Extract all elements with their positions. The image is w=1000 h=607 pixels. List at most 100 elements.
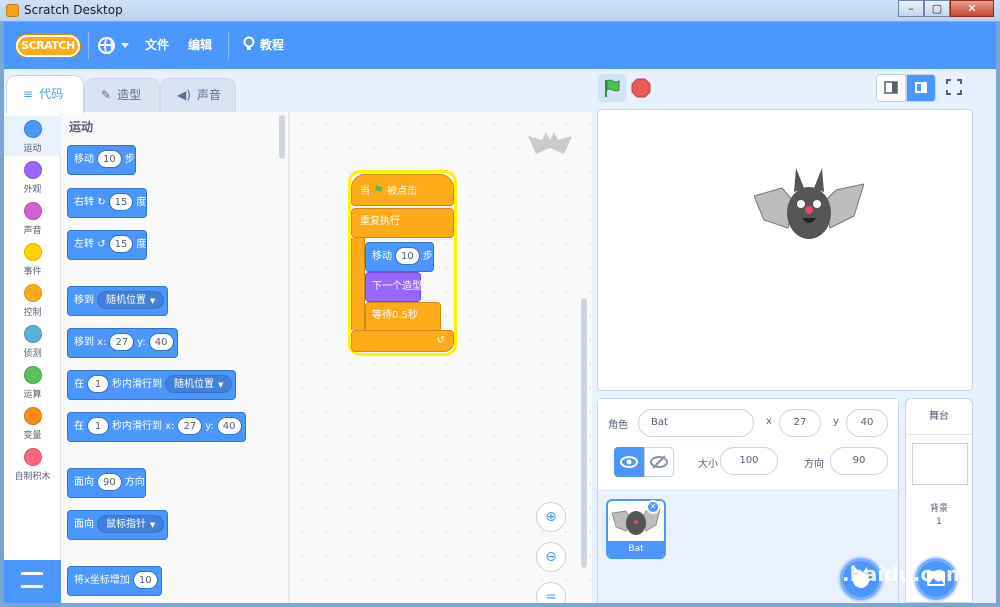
chevron-down-icon[interactable] [121,43,129,48]
lightbulb-icon [243,36,255,50]
block-move-steps[interactable]: 移动 10 步 [67,145,136,175]
tab-costumes[interactable]: ✎ 造型 [84,78,160,112]
add-extension-button[interactable] [4,560,61,603]
stage[interactable] [597,109,973,391]
block-input[interactable]: 90 [97,473,122,491]
script-block-next-costume[interactable]: 下一个造型 [365,272,422,302]
tab-code[interactable]: ≡ 代码 [6,75,84,113]
category-dot [23,448,42,466]
category-my-blocks[interactable]: 自制积木 [4,444,61,484]
category-variables[interactable]: 变量 [4,403,61,443]
block-input[interactable]: 10 [132,571,158,589]
dropdown-value: 随机位置 [106,295,146,306]
small-stage-button[interactable] [876,74,906,102]
workspace-scrollbar[interactable] [581,298,587,568]
bat-sprite-ghost-icon [528,132,572,154]
block-input[interactable]: 10 [97,150,122,168]
block-input[interactable]: 1 [87,417,109,435]
maximize-button[interactable]: ▢ [924,0,950,17]
tab-code-label: 代码 [39,87,64,101]
forever-bottom: ↺ [351,330,454,352]
window-titlebar: Scratch Desktop – ▢ ✕ [0,0,1000,22]
block-dropdown[interactable]: 随机位置 ▼ [97,291,165,309]
menu-file[interactable]: 文件 [145,22,169,69]
category-sensing[interactable]: 侦测 [4,321,61,361]
block-forever[interactable]: 重复执行 [351,208,454,238]
extension-icon [21,572,43,588]
category-sound[interactable]: 声音 [4,198,61,238]
y-label: y [833,416,839,427]
block-turn-right[interactable]: 右转 ↻ 15 度 [67,188,148,218]
chevron-down-icon: ▼ [218,381,224,389]
block-glide[interactable]: 在 1 秒内滑行到 随机位置 ▼ [67,370,237,400]
tab-sounds[interactable]: ◀) 声音 [160,78,236,112]
menu-tutorials[interactable]: 教程 [242,22,284,69]
block-point-towards[interactable]: 面向 鼠标指针 ▼ [67,510,169,540]
script-workspace[interactable]: 当 ⚑ 被点击 重复执行 移动 10 步 下一个造型 等待0.5秒 ↺ ⊕ ⊖ = [290,112,592,603]
y-position-input[interactable]: 40 [846,409,888,437]
block-text: 左转 [74,239,94,250]
block-input[interactable]: 40 [216,417,242,435]
speaker-icon: ◀) [177,88,191,102]
delete-sprite-icon[interactable]: ✕ [646,500,660,514]
show-sprite-button[interactable] [614,447,644,477]
block-text: 移到 [74,295,94,306]
block-input[interactable]: 27 [177,417,203,435]
palette-scrollbar[interactable] [279,115,285,159]
category-operators[interactable]: 运算 [4,362,61,402]
large-stage-button[interactable] [906,74,936,102]
x-label: x [766,416,772,427]
menu-divider [88,32,89,59]
sprite-name-input[interactable]: Bat [638,409,754,437]
script-block-move[interactable]: 移动 10 步 [365,242,434,272]
block-when-flag-clicked[interactable]: 当 ⚑ 被点击 [351,174,454,206]
direction-label: 方向 [804,459,824,470]
block-goto[interactable]: 移到 随机位置 ▼ [67,286,169,316]
block-text: 被点击 [387,186,418,197]
block-change-x[interactable]: 将x坐标增加 10 [67,566,162,596]
script-block-wait[interactable]: 等待0.5秒 [365,302,441,332]
block-input[interactable]: 15 [108,193,134,211]
category-control[interactable]: 控制 [4,280,61,320]
chevron-down-icon: ▼ [150,297,156,305]
rotate-right-icon: ↻ [97,197,106,208]
block-point-direction[interactable]: 面向 90 方向 [67,468,146,498]
direction-input[interactable]: 90 [830,447,888,475]
block-goto-xy[interactable]: 移到 x: 27 y: 40 [67,328,178,358]
block-input[interactable]: 10 [395,247,420,265]
block-turn-left[interactable]: 左转 ↺ 15 度 [67,230,148,260]
block-input[interactable]: 15 [108,235,134,253]
block-text: 方向 [124,477,145,488]
green-flag-button[interactable] [598,74,626,102]
block-input[interactable]: 1 [87,375,109,393]
block-glide-xy[interactable]: 在 1 秒内滑行到 x: 27 y: 40 [67,412,246,442]
block-dropdown[interactable]: 鼠标指针 ▼ [97,515,165,533]
category-looks[interactable]: 外观 [4,157,61,197]
dropdown-value: 鼠标指针 [106,519,146,530]
minimize-button[interactable]: – [898,0,924,17]
zoom-out-icon[interactable]: ⊖ [536,542,566,572]
category-events[interactable]: 事件 [4,239,61,279]
menu-bar: SCRATCH 文件 编辑 教程 [4,22,996,69]
size-input[interactable]: 100 [720,447,778,475]
close-button[interactable]: ✕ [950,0,994,17]
app-icon [6,4,19,17]
scratch-logo[interactable]: SCRATCH [16,35,80,57]
window-controls: – ▢ ✕ [898,0,994,18]
menu-edit[interactable]: 编辑 [188,22,212,69]
stop-button[interactable] [631,78,651,98]
block-input[interactable]: 27 [109,333,135,351]
window-title: Scratch Desktop [24,3,123,17]
block-input[interactable]: 40 [148,333,174,351]
zoom-in-icon[interactable]: ⊕ [536,502,566,532]
block-dropdown[interactable]: 随机位置 ▼ [165,375,233,393]
backdrops-count: 1 [936,517,942,527]
globe-icon[interactable] [98,37,115,54]
x-position-input[interactable]: 27 [779,409,821,437]
zoom-reset-icon[interactable]: = [536,582,566,603]
category-motion[interactable]: 运动 [4,116,61,156]
block-input[interactable]: 0.5 [392,310,408,321]
block-text: 下一个造型 [372,281,422,292]
fullscreen-button[interactable] [942,74,972,102]
hide-sprite-button[interactable] [644,447,674,477]
